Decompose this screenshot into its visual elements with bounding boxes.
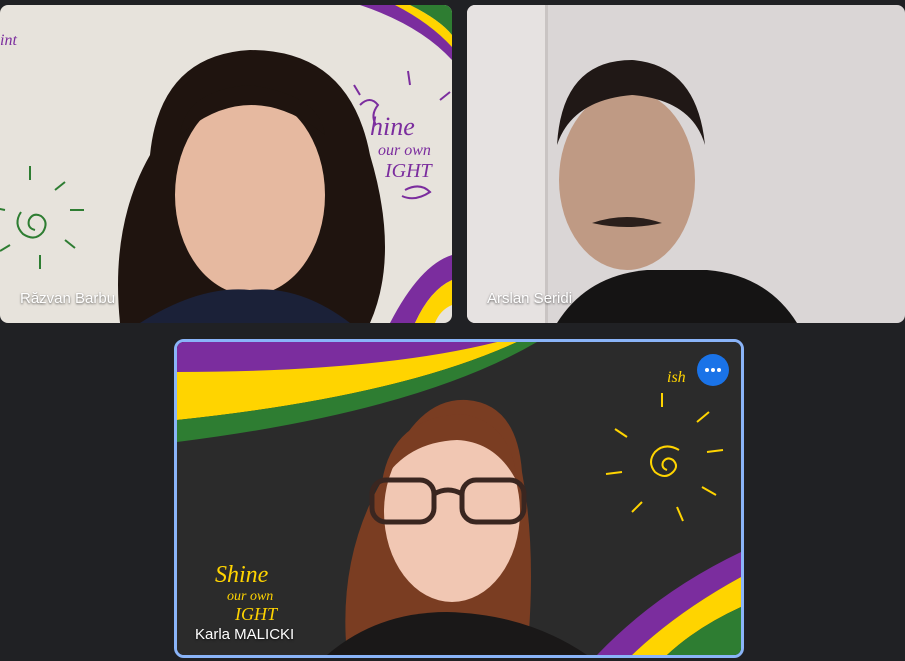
svg-text:our own: our own (227, 589, 273, 604)
participant-tile-razvan[interactable]: hine our own IGHT int Răzvan Barbu (0, 5, 452, 323)
tile-background: hine our own IGHT int (0, 5, 452, 323)
svg-text:our own: our own (378, 142, 431, 159)
participant-name: Karla MALICKI (195, 626, 295, 643)
participant-name: Arslan Seridi (487, 290, 573, 307)
more-options-button[interactable] (697, 354, 729, 386)
participant-name: Răzvan Barbu (20, 290, 116, 307)
svg-text:hine: hine (370, 112, 415, 141)
more-horiz-icon (705, 368, 721, 372)
tile-background (467, 5, 905, 323)
svg-text:int: int (0, 32, 17, 49)
svg-text:IGHT: IGHT (234, 604, 279, 624)
svg-text:Shine: Shine (215, 562, 269, 588)
svg-text:IGHT: IGHT (384, 160, 434, 182)
participant-tile-karla[interactable]: Shine our own IGHT ish Karla MALICKI (174, 339, 744, 658)
participant-tile-arslan[interactable]: Arslan Seridi (467, 5, 905, 323)
svg-text:ish: ish (667, 369, 686, 386)
tile-background: Shine our own IGHT ish (177, 342, 741, 655)
